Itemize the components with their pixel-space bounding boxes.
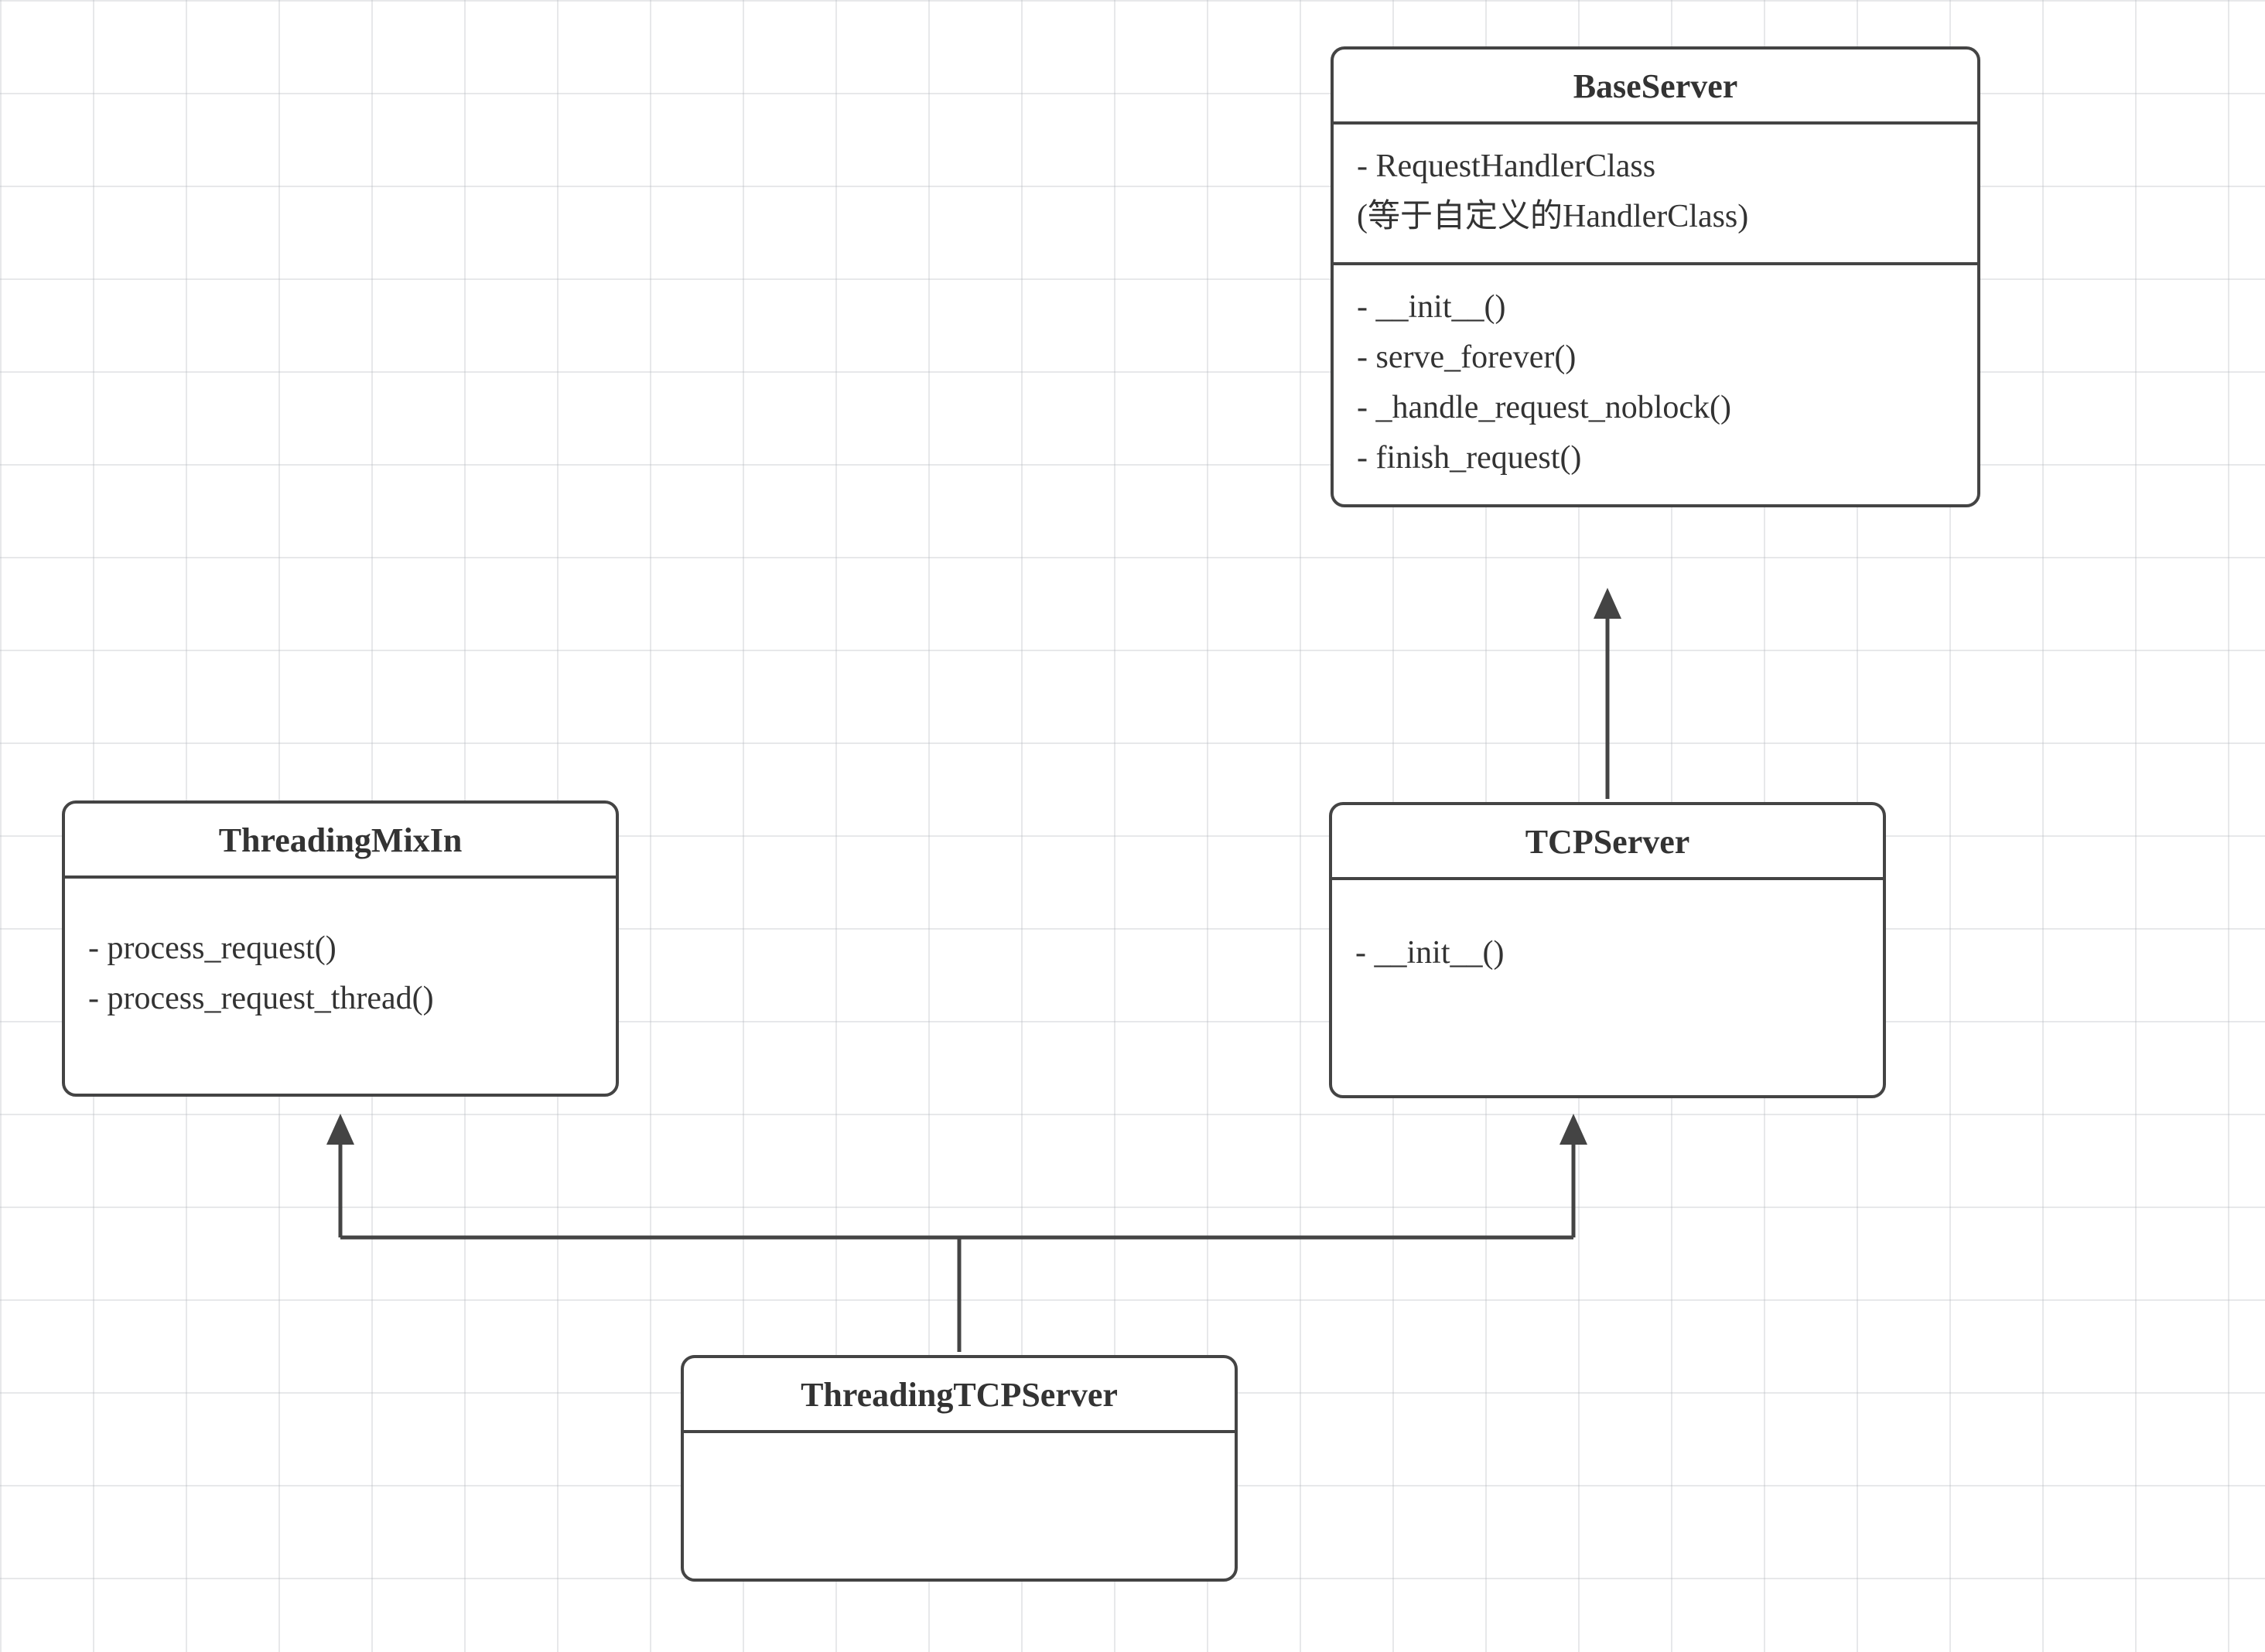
class-title: ThreadingTCPServer	[684, 1358, 1235, 1433]
method-line: - __init__()	[1355, 928, 1860, 978]
method-line: - _handle_request_noblock()	[1357, 383, 1954, 433]
class-threadingmixin: ThreadingMixIn - process_request() - pro…	[62, 800, 619, 1097]
class-attributes: - RequestHandlerClass (等于自定义的HandlerClas…	[1334, 125, 1977, 262]
method-line: - process_request_thread()	[88, 974, 593, 1024]
class-baseserver: BaseServer - RequestHandlerClass (等于自定义的…	[1331, 46, 1980, 507]
class-methods: - __init__()	[1332, 880, 1883, 1095]
arrow-tcpserver-to-baseserver	[1594, 588, 1621, 799]
class-threadingtcpserver: ThreadingTCPServer	[681, 1355, 1238, 1582]
method-line: - serve_forever()	[1357, 333, 1954, 383]
class-tcpserver: TCPServer - __init__()	[1329, 802, 1886, 1098]
method-line: - __init__()	[1357, 282, 1954, 333]
attribute-line: (等于自定义的HandlerClass)	[1357, 192, 1954, 242]
class-methods: - process_request() - process_request_th…	[65, 879, 616, 1094]
arrow-threadingtcpserver-split	[326, 1114, 1587, 1352]
class-title: BaseServer	[1334, 49, 1977, 125]
method-line: - finish_request()	[1357, 433, 1954, 483]
class-title: ThreadingMixIn	[65, 804, 616, 879]
class-title: TCPServer	[1332, 805, 1883, 880]
class-methods: - __init__() - serve_forever() - _handle…	[1334, 262, 1977, 503]
attribute-line: - RequestHandlerClass	[1357, 142, 1954, 192]
method-line: - process_request()	[88, 923, 593, 974]
class-body	[684, 1433, 1235, 1579]
diagram-canvas: BaseServer - RequestHandlerClass (等于自定义的…	[0, 0, 2265, 1652]
